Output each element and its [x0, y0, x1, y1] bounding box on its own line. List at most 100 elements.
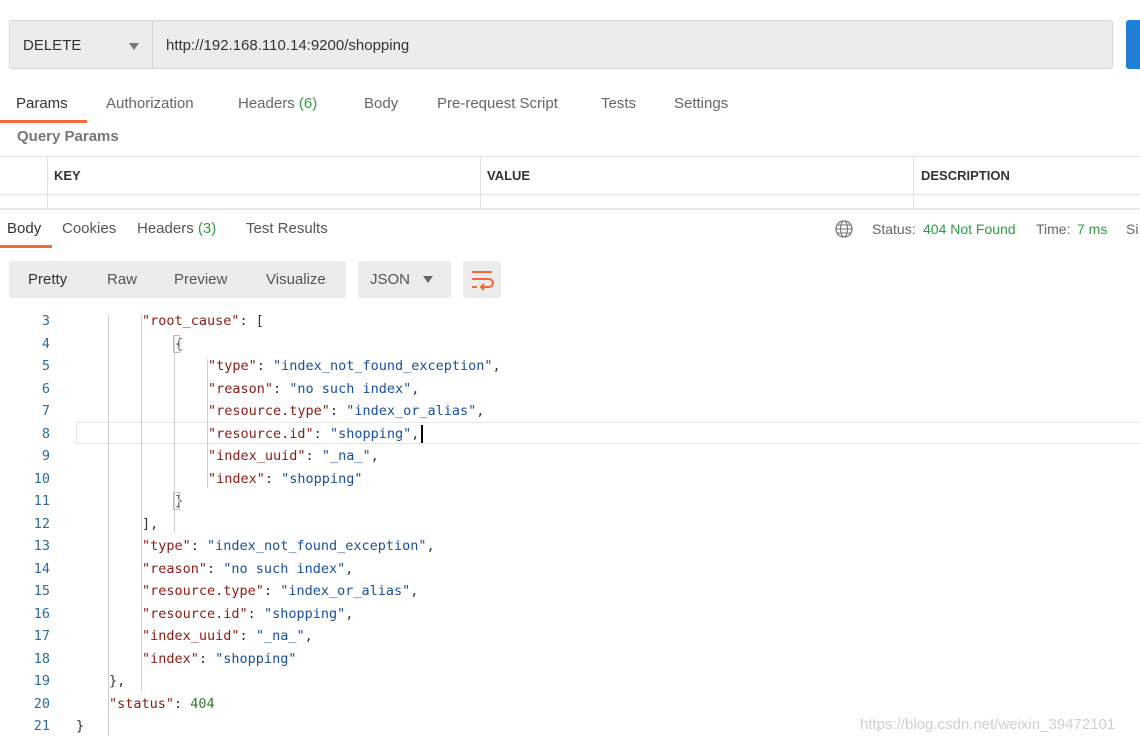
format-select[interactable]: JSON: [358, 261, 451, 298]
line-number: 14: [33, 560, 50, 577]
status-value: 404 Not Found: [923, 221, 1016, 237]
table-border: [0, 194, 1140, 195]
line-number: 12: [33, 515, 50, 532]
line-number: 13: [33, 538, 50, 554]
code-text: },: [109, 673, 126, 689]
text-cursor: [421, 424, 423, 443]
line-number: 15: [33, 583, 50, 599]
code-text: "resource.id": "shopping",: [142, 605, 354, 622]
code-text: "status": 404: [109, 695, 215, 712]
view-mode-group: Pretty Raw Preview Visualize: [9, 261, 346, 298]
response-body-editor[interactable]: 3 "root_cause": [4{5 "type": "index_not_fo…: [0, 310, 1140, 745]
tab-body[interactable]: Body: [364, 95, 398, 112]
line-number: 18: [33, 650, 50, 667]
watermark: https://blog.csdn.net/weixin_39472101: [860, 716, 1116, 733]
brace-match-highlight: [173, 334, 180, 353]
time-value: 7 ms: [1077, 221, 1108, 237]
column-header-description: DESCRIPTION: [921, 168, 1010, 183]
url-input[interactable]: http://192.168.110.14:9200/shopping: [153, 20, 1113, 69]
size-label: Si: [1126, 221, 1139, 237]
globe-icon[interactable]: [835, 220, 853, 238]
brace-match-highlight: [173, 492, 180, 510]
code-line: 7 "resource.type": "index_or_alias",: [0, 400, 1140, 423]
method-select[interactable]: DELETE: [9, 20, 153, 69]
response-tab-cookies[interactable]: Cookies: [62, 220, 116, 237]
code-text: }: [76, 718, 85, 734]
method-label: DELETE: [23, 37, 82, 54]
format-label: JSON: [370, 271, 411, 288]
view-pretty-button[interactable]: Pretty: [28, 271, 67, 288]
code-line: 10 "index": "shopping": [0, 468, 1140, 491]
code-line: 14 "reason": "no such index",: [0, 558, 1140, 581]
tab-pre-request-script[interactable]: Pre-request Script: [437, 95, 558, 112]
view-raw-button[interactable]: Raw: [107, 271, 137, 288]
column-header-key: KEY: [54, 168, 81, 183]
code-line: 16 "resource.id": "shopping",: [0, 603, 1140, 626]
response-headers-count: (3): [197, 220, 217, 237]
code-line: 12],: [0, 513, 1140, 536]
line-number: 10: [33, 470, 50, 487]
active-response-tab-indicator: [0, 245, 52, 248]
tab-tests[interactable]: Tests: [601, 95, 636, 112]
column-divider: [480, 156, 481, 208]
line-number: 19: [33, 673, 50, 689]
code-text: "index": "shopping": [208, 470, 363, 487]
query-params-title: Query Params: [17, 128, 119, 145]
view-preview-button[interactable]: Preview: [174, 271, 227, 288]
code-line: 20 "status": 404: [0, 693, 1140, 716]
tab-settings[interactable]: Settings: [674, 95, 728, 112]
code-line: 11}: [0, 490, 1140, 513]
active-tab-indicator: [0, 120, 87, 123]
line-number: 9: [41, 448, 50, 464]
code-line: 15 "resource.type": "index_or_alias",: [0, 580, 1140, 603]
tab-headers[interactable]: Headers (6): [238, 95, 317, 112]
code-line: 9 "index_uuid": "_na_",: [0, 445, 1140, 468]
line-number: 6: [41, 380, 50, 397]
line-number: 7: [41, 403, 50, 419]
response-tab-headers[interactable]: Headers (3): [137, 220, 216, 237]
code-text: "reason": "no such index",: [142, 560, 354, 577]
line-number: 20: [33, 695, 50, 712]
line-number: 17: [33, 628, 50, 644]
code-text: "root_cause": [: [142, 313, 264, 329]
code-text: "type": "index_not_found_exception",: [142, 538, 435, 554]
time-label: Time:: [1036, 221, 1071, 237]
code-text: ],: [142, 515, 159, 532]
code-line: 3 "root_cause": [: [0, 310, 1140, 333]
chevron-down-icon: [423, 276, 433, 283]
column-divider: [47, 156, 48, 208]
line-number: 21: [33, 718, 50, 734]
url-text: http://192.168.110.14:9200/shopping: [166, 37, 410, 54]
line-number: 5: [41, 358, 50, 374]
code-text: "resource.id": "shopping",: [208, 425, 420, 442]
code-line: 17 "index_uuid": "_na_",: [0, 625, 1140, 648]
indent-guide: [108, 314, 109, 736]
wrap-lines-button[interactable]: [463, 261, 501, 298]
code-line: 6 "reason": "no such index",: [0, 378, 1140, 401]
wrap-lines-icon: [472, 271, 494, 291]
line-number: 8: [41, 425, 50, 442]
column-header-value: VALUE: [487, 168, 531, 183]
headers-count: (6): [298, 95, 318, 112]
tab-params[interactable]: Params: [16, 95, 68, 112]
chevron-down-icon: [129, 43, 139, 50]
code-line: 13 "type": "index_not_found_exception",: [0, 535, 1140, 558]
indent-guide: [141, 314, 142, 691]
code-text: "type": "index_not_found_exception",: [208, 358, 501, 374]
tab-authorization[interactable]: Authorization: [106, 95, 194, 112]
send-button[interactable]: [1126, 20, 1140, 69]
response-tab-test-results[interactable]: Test Results: [246, 220, 328, 237]
code-text: "index": "shopping": [142, 650, 297, 667]
line-number: 4: [41, 335, 50, 352]
response-tab-body[interactable]: Body: [7, 220, 41, 237]
line-number: 16: [33, 605, 50, 622]
code-line: 8 "resource.id": "shopping",: [0, 423, 1140, 446]
line-number: 11: [33, 493, 50, 509]
status-label: Status:: [872, 221, 916, 237]
code-text: "resource.type": "index_or_alias",: [142, 583, 419, 599]
view-visualize-button[interactable]: Visualize: [266, 271, 326, 288]
code-text: "index_uuid": "_na_",: [142, 628, 313, 644]
line-number: 3: [41, 313, 50, 329]
code-line: 18 "index": "shopping": [0, 648, 1140, 671]
code-text: "index_uuid": "_na_",: [208, 448, 379, 464]
